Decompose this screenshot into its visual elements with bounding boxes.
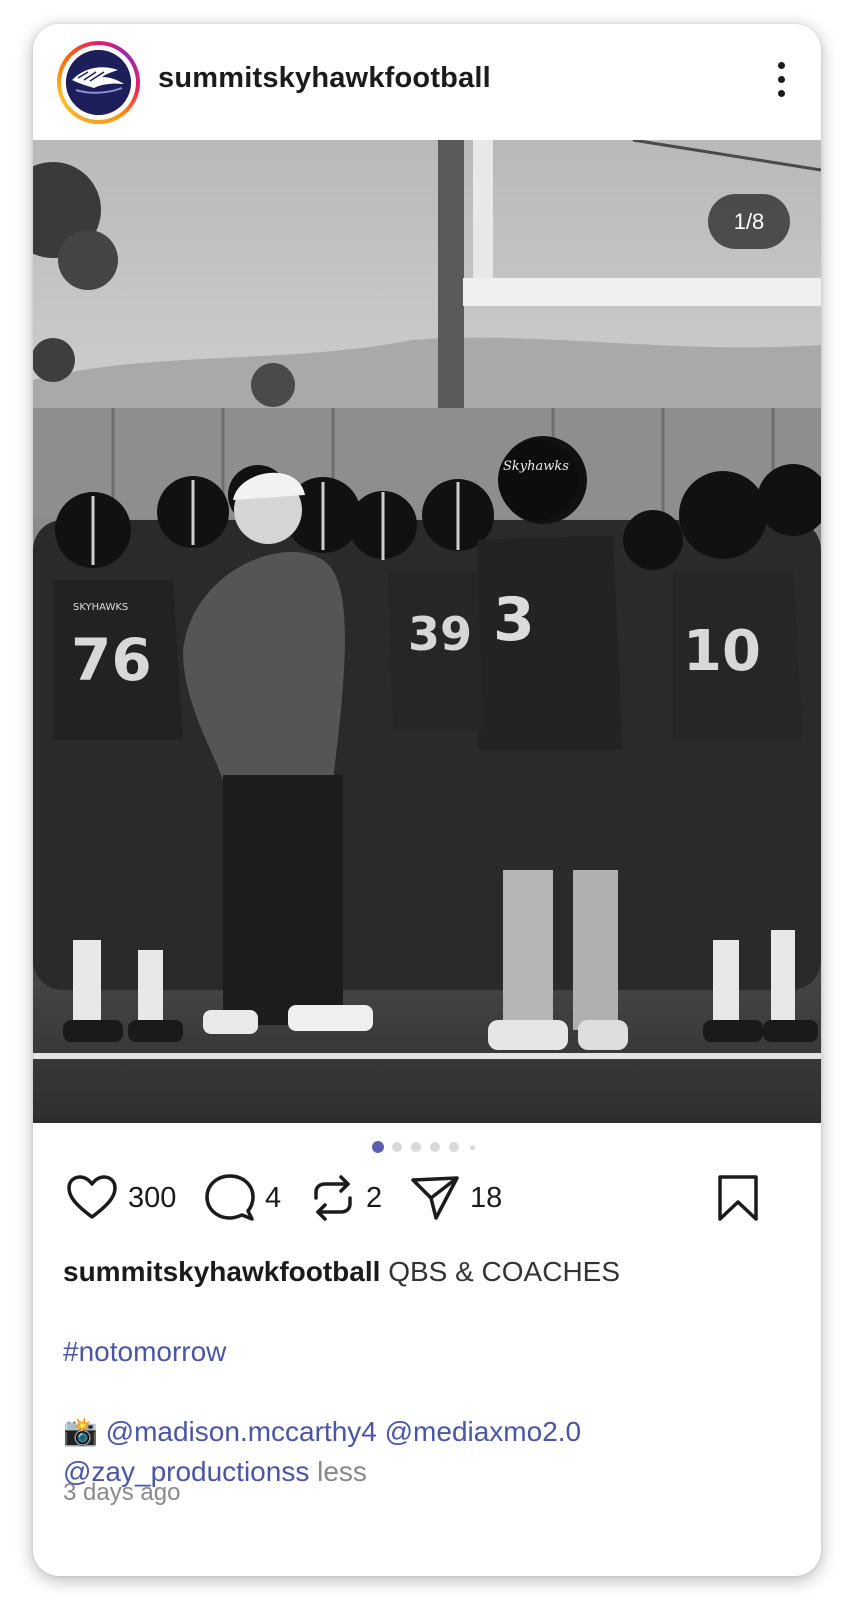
hashtag-link[interactable]: #notomorrow — [63, 1336, 226, 1367]
repost-icon — [314, 1175, 352, 1221]
less-toggle[interactable]: less — [317, 1456, 367, 1487]
post-card: summitskyhawkfootball 76 SKYHAWKS Skyhaw… — [33, 24, 821, 1576]
like-count: 300 — [128, 1181, 177, 1214]
jersey-number-10: 10 — [683, 619, 761, 684]
comment-count: 4 — [265, 1181, 282, 1214]
send-icon — [411, 1176, 459, 1220]
caption-username[interactable]: summitskyhawkfootball — [63, 1256, 380, 1287]
camera-emoji: 📸 — [63, 1416, 98, 1447]
carousel-dot[interactable] — [430, 1142, 440, 1152]
jersey-number-39: 39 — [408, 607, 472, 661]
like-button[interactable]: 300 — [66, 1175, 177, 1220]
post-timestamp: 3 days ago — [63, 1479, 181, 1506]
post-caption: summitskyhawkfootball QBS & COACHES #not… — [63, 1252, 793, 1492]
repost-button[interactable]: 2 — [310, 1175, 383, 1221]
share-count: 18 — [470, 1181, 503, 1214]
share-button[interactable]: 18 — [410, 1176, 502, 1220]
team-huddle-photo: 76 SKYHAWKS Skyhawks 3 39 10 — [33, 140, 821, 1123]
bookmark-button[interactable] — [717, 1175, 759, 1221]
mention-link[interactable]: @mediaxmo2.0 — [385, 1416, 582, 1447]
post-username[interactable]: summitskyhawkfootball — [158, 62, 491, 95]
avatar[interactable] — [57, 41, 140, 124]
skyhawk-logo-icon — [66, 50, 131, 115]
carousel-dot-active[interactable] — [372, 1141, 384, 1153]
jersey-number-76: 76 — [71, 626, 152, 694]
comment-button[interactable]: 4 — [205, 1174, 282, 1221]
heart-icon — [67, 1175, 117, 1219]
post-photo[interactable]: 76 SKYHAWKS Skyhawks 3 39 10 1/8 — [33, 140, 821, 1123]
carousel-dot[interactable] — [449, 1142, 459, 1152]
post-header: summitskyhawkfootball — [33, 24, 821, 140]
image-counter-badge: 1/8 — [708, 194, 790, 249]
carousel-indicator — [33, 1139, 821, 1155]
caption-text: QBS & COACHES — [388, 1256, 621, 1287]
jersey-number-3: 3 — [493, 585, 535, 655]
jersey-team-name: SKYHAWKS — [73, 602, 128, 613]
carousel-dot[interactable] — [470, 1145, 475, 1150]
bookmark-icon — [718, 1175, 758, 1221]
repost-count: 2 — [366, 1181, 383, 1214]
carousel-dot[interactable] — [392, 1142, 402, 1152]
comment-icon — [205, 1174, 255, 1221]
mention-link[interactable]: @madison.mccarthy4 — [106, 1416, 377, 1447]
more-vertical-icon[interactable] — [774, 62, 788, 106]
helmet-script: Skyhawks — [503, 459, 569, 474]
post-actions-bar: 300 4 2 18 — [33, 1159, 821, 1229]
carousel-dot[interactable] — [411, 1142, 421, 1152]
